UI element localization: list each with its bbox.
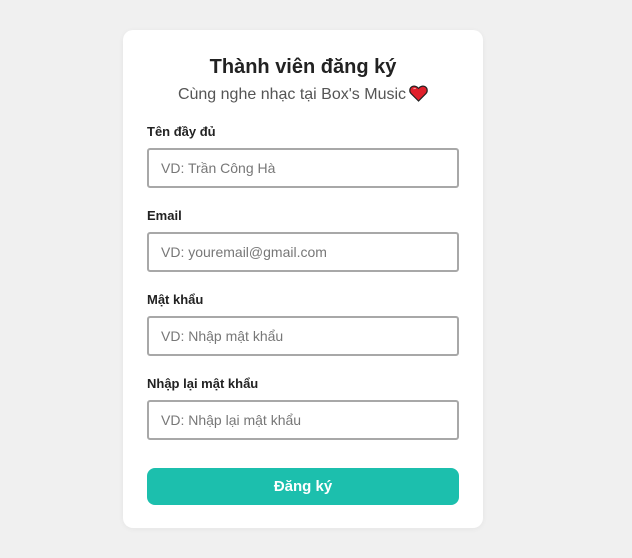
- register-submit-button[interactable]: Đăng ký: [147, 468, 459, 505]
- register-form-card: Thành viên đăng ký Cùng nghe nhạc tại Bo…: [123, 30, 483, 528]
- fullname-label: Tên đầy đủ: [147, 124, 216, 139]
- password-field-group: Mật khẩu: [147, 292, 459, 356]
- fullname-input[interactable]: [147, 148, 459, 188]
- confirm-password-input[interactable]: [147, 400, 459, 440]
- confirm-password-field-group: Nhập lại mật khẩu: [147, 376, 459, 440]
- form-subtitle-text: Cùng nghe nhạc tại Box's Music: [177, 86, 407, 103]
- email-field-group: Email: [147, 208, 459, 272]
- form-title: Thành viên đăng ký: [209, 56, 397, 78]
- heart-icon: [409, 85, 428, 108]
- password-label: Mật khẩu: [147, 292, 204, 307]
- confirm-password-label: Nhập lại mật khẩu: [147, 376, 259, 391]
- form-subtitle: Cùng nghe nhạc tại Box's Music: [147, 85, 459, 108]
- email-input[interactable]: [147, 232, 459, 272]
- fullname-field-group: Tên đầy đủ: [147, 124, 459, 188]
- password-input[interactable]: [147, 316, 459, 356]
- email-label: Email: [147, 208, 182, 223]
